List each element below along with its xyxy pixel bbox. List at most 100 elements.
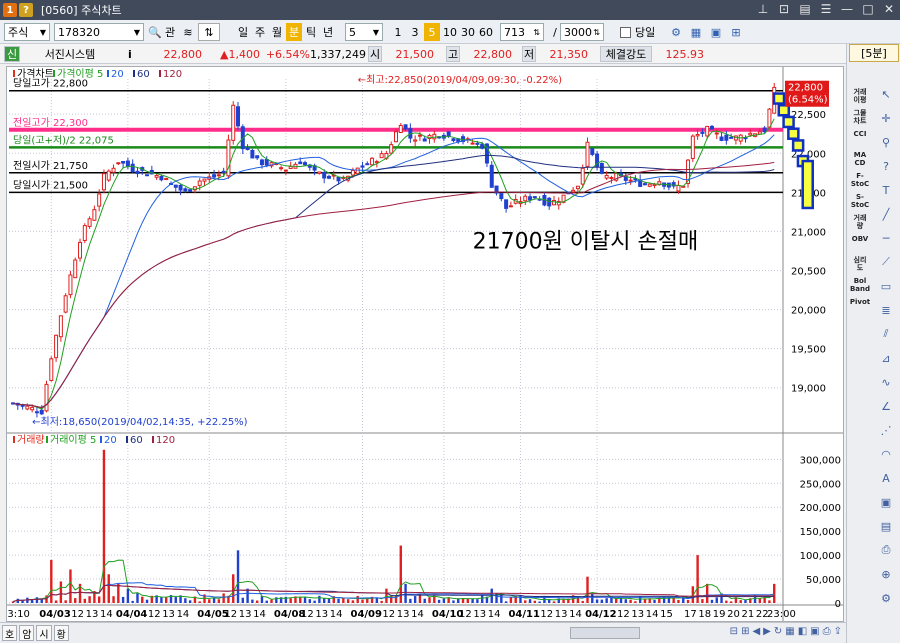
auto-icon[interactable]: A [877, 470, 895, 486]
arrow-icon[interactable]: ↖ [877, 86, 895, 102]
fan-icon[interactable]: ⋰ [877, 422, 895, 438]
link-icon[interactable]: ⊡ [777, 2, 791, 16]
help-icon[interactable]: ? [877, 158, 895, 174]
indicator-7[interactable]: OBV [849, 235, 871, 243]
total-input[interactable]: 3000 ⇅ [560, 23, 604, 41]
x-tick-label: 12 [382, 609, 395, 620]
market-select[interactable]: 주식 ▼ [4, 23, 50, 41]
print-icon[interactable]: ⎙ [823, 626, 831, 637]
close-icon[interactable]: ✕ [882, 2, 896, 16]
save-icon[interactable]: ▤ [877, 518, 895, 534]
chart-area[interactable]: 19,00019,50020,00020,50021,00021,50022,0… [1, 66, 844, 622]
indicator-1[interactable]: 그물 차트 [849, 109, 871, 125]
window-number-icon[interactable]: 1 [3, 3, 17, 17]
candle-body [709, 125, 714, 130]
interval-select[interactable]: 5 ▼ [345, 23, 383, 41]
save-icon[interactable]: ▣ [810, 626, 819, 637]
maximize-icon[interactable]: □ [861, 2, 875, 16]
chart-svg[interactable]: 19,00019,50020,00020,50021,00021,50022,0… [1, 67, 843, 621]
today-checkbox[interactable]: 당일 [618, 23, 657, 41]
layout-icon[interactable]: ⊞ [728, 23, 744, 41]
x-tick-label: 04/12 [585, 609, 617, 620]
pin-icon[interactable]: ⊥ [756, 2, 770, 16]
scroll-right-icon[interactable]: ▶ [763, 626, 771, 637]
indicator-9[interactable]: Bol Band [849, 277, 871, 293]
magnet-icon[interactable]: ⚲ [877, 134, 895, 150]
zoom-in-icon[interactable]: ⊞ [741, 626, 749, 637]
stepper-icon[interactable]: ⇅ [198, 23, 220, 41]
wave-icon[interactable]: ∿ [877, 374, 895, 390]
grid-icon[interactable]: ▦ [785, 626, 794, 637]
color-icon[interactable]: ◧ [798, 626, 807, 637]
bottom-button-2[interactable]: 암 [19, 625, 35, 641]
volume-bar [222, 593, 225, 603]
bottom-button-3[interactable]: 시 [36, 625, 52, 641]
candle-body [183, 188, 188, 192]
stock-select-icon[interactable]: ≋ [180, 23, 196, 41]
chart-type-icon[interactable]: ▦ [688, 23, 704, 41]
count-input[interactable]: 713 ⇅ [500, 23, 544, 41]
indicator-2[interactable]: CCI [849, 130, 871, 138]
candle-body [63, 295, 68, 313]
stock-code-input[interactable]: 178320 ▼ [54, 23, 144, 41]
window-icon[interactable]: ▣ [877, 494, 895, 510]
period-minute-button[interactable]: 분 [286, 23, 302, 41]
text-icon[interactable]: T [877, 182, 895, 198]
zoom-icon[interactable]: ⊕ [877, 566, 895, 582]
cycle-icon[interactable]: ◠ [877, 446, 895, 462]
gann-icon[interactable]: ⊿ [877, 350, 895, 366]
indicator-3[interactable]: MA CD [849, 151, 871, 167]
zoom-out-icon[interactable]: ⊟ [730, 626, 738, 637]
rect-icon[interactable]: ▭ [877, 278, 895, 294]
minute-30-button[interactable]: 30 [459, 23, 477, 41]
settings-icon[interactable]: ⚙ [877, 590, 895, 606]
indicator-8[interactable]: 심리 도 [849, 256, 871, 272]
x-tick-label: 14 [411, 609, 424, 620]
minute-60-button[interactable]: 60 [477, 23, 495, 41]
x-tick-label: 14 [330, 609, 343, 620]
period-year-button[interactable]: 년 [320, 23, 336, 41]
price-level-label: 당일시가 21,500 [13, 179, 88, 191]
angle-icon[interactable]: ∠ [877, 398, 895, 414]
doc-icon[interactable]: ▤ [798, 2, 812, 16]
period-day-button[interactable]: 일 [235, 23, 251, 41]
candle-body [700, 131, 705, 134]
export-icon[interactable]: ⇪ [834, 626, 842, 637]
save-chart-icon[interactable]: ▣ [708, 23, 724, 41]
indicator-0[interactable]: 거래 이평 [849, 88, 871, 104]
candle-body [394, 131, 398, 143]
channel-icon[interactable]: ⫽ [877, 326, 895, 342]
minute-1-button[interactable]: 1 [390, 23, 406, 41]
minute-10-button[interactable]: 10 [441, 23, 459, 41]
chart-scrollbar[interactable] [570, 627, 640, 639]
indicator-5[interactable]: S- StoC [849, 193, 871, 209]
period-month-button[interactable]: 월 [269, 23, 285, 41]
indicator-10[interactable]: Pivot [849, 298, 871, 306]
volume-bar [270, 599, 273, 603]
hline-icon[interactable]: ─ [877, 230, 895, 246]
scroll-left-icon[interactable]: ◀ [752, 626, 760, 637]
line-icon[interactable]: ╱ [877, 206, 895, 222]
fib-icon[interactable]: ≣ [877, 302, 895, 318]
minute-3-button[interactable]: 3 [407, 23, 423, 41]
volume-bar [710, 599, 714, 603]
period-tick-button[interactable]: 틱 [303, 23, 319, 41]
indicator-4[interactable]: F- StoC [849, 172, 871, 188]
list-icon[interactable]: ☰ [819, 2, 833, 16]
reset-icon[interactable]: ↻ [774, 626, 782, 637]
stock-info-button[interactable]: 관 [162, 23, 178, 41]
indicator-6[interactable]: 거래 량 [849, 214, 871, 230]
candle-body [504, 199, 509, 209]
minute-5-button[interactable]: 5 [424, 23, 440, 41]
candle-body [197, 180, 202, 186]
print-icon[interactable]: ⎙ [877, 542, 895, 558]
bottom-button-1[interactable]: 호 [2, 625, 18, 641]
minimize-icon[interactable]: — [840, 2, 854, 16]
chart-settings-icon[interactable]: ⚙ [668, 23, 684, 41]
period-week-button[interactable]: 주 [252, 23, 268, 41]
help-icon[interactable]: ? [19, 3, 33, 17]
stock-info-icon[interactable]: i [128, 46, 138, 62]
bottom-button-4[interactable]: 황 [53, 625, 69, 641]
crosshair-icon[interactable]: ✛ [877, 110, 895, 126]
diag-icon[interactable]: ⟋ [877, 254, 895, 270]
